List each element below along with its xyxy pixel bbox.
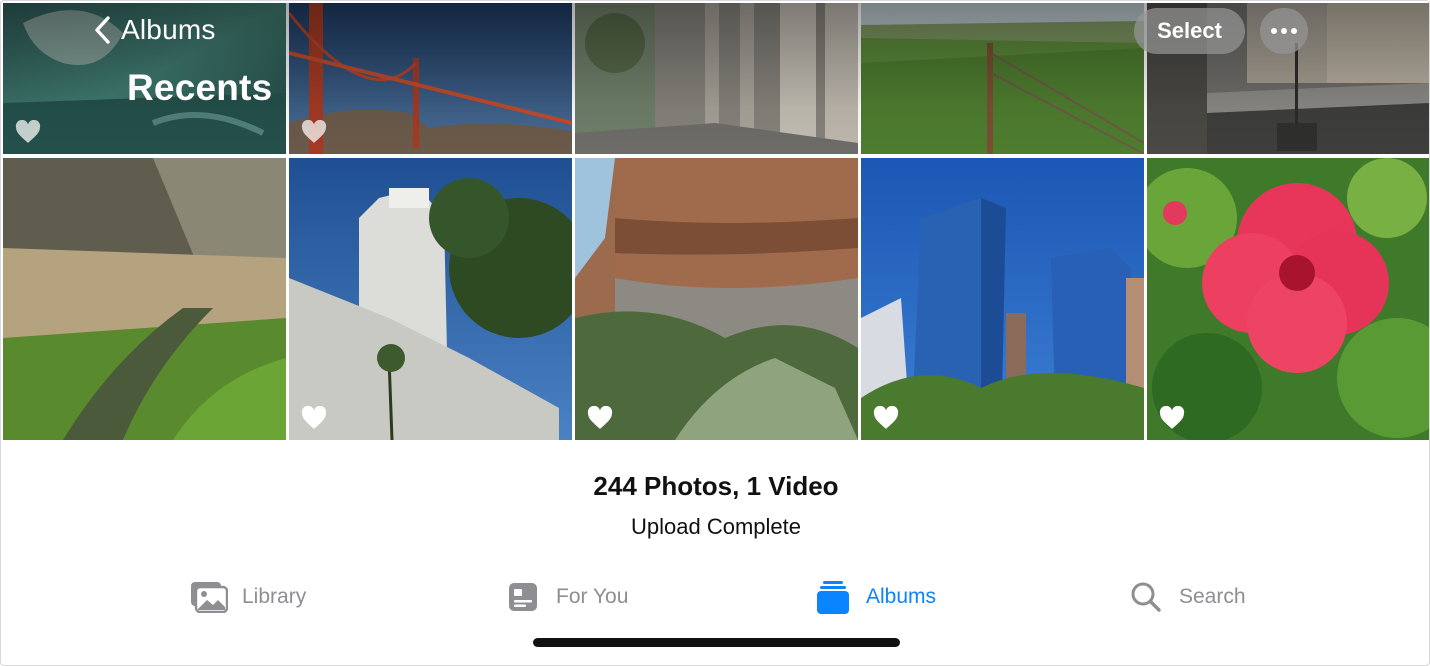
favorite-heart-icon[interactable] — [301, 406, 327, 430]
photo-tile[interactable] — [289, 158, 572, 440]
tab-albums-label: Albums — [866, 585, 937, 608]
magnifier-icon — [1127, 580, 1165, 614]
photo-blue-skyscrapers — [861, 158, 1144, 440]
photo-pink-hibiscus — [1147, 158, 1429, 440]
tab-library-label: Library — [242, 585, 307, 608]
photo-tile[interactable] — [3, 158, 286, 440]
favorite-heart-icon[interactable] — [587, 406, 613, 430]
tab-library[interactable]: Library — [190, 577, 306, 617]
back-to-albums-button[interactable]: Albums — [93, 13, 216, 47]
albums-icon — [814, 580, 852, 614]
favorite-heart-icon[interactable] — [15, 120, 41, 144]
photo-grass-fence-hill — [861, 3, 1144, 154]
favorite-heart-icon[interactable] — [873, 406, 899, 430]
photos-recents-screen: Albums Recents Select 244 Photos, 1 Vide… — [0, 0, 1430, 666]
photo-tile[interactable] — [861, 3, 1144, 154]
photo-tile[interactable] — [1147, 158, 1429, 440]
library-summary: 244 Photos, 1 Video Upload Complete — [1, 471, 1429, 540]
photo-golden-gate-bridge — [289, 3, 572, 154]
photo-tile[interactable] — [861, 158, 1144, 440]
tab-bar: Library For You Albums Search — [1, 577, 1429, 617]
tab-for-you[interactable]: For You — [504, 577, 628, 617]
upload-status: Upload Complete — [631, 514, 801, 539]
more-options-button[interactable] — [1260, 8, 1308, 54]
favorite-heart-icon[interactable] — [301, 120, 327, 144]
tab-albums[interactable]: Albums — [814, 577, 936, 617]
photo-count: 244 Photos, 1 Video — [593, 471, 839, 501]
photo-red-rock-cliff — [575, 158, 858, 440]
favorite-heart-icon[interactable] — [1159, 406, 1185, 430]
page-title: Recents — [127, 67, 273, 108]
back-label: Albums — [121, 14, 216, 45]
tab-search-label: Search — [1179, 585, 1246, 608]
for-you-icon — [504, 580, 542, 614]
photo-library-icon — [190, 580, 228, 614]
chevron-left-icon — [95, 16, 110, 44]
photo-tile[interactable] — [575, 158, 858, 440]
select-button[interactable]: Select — [1134, 8, 1245, 54]
home-indicator[interactable] — [533, 638, 900, 647]
ellipsis-icon — [1271, 28, 1297, 34]
photo-city-hall-tower — [289, 158, 572, 440]
photo-creek-meadow — [3, 158, 286, 440]
photo-building-columns-sidewalk — [575, 3, 858, 154]
tab-for-you-label: For You — [556, 585, 629, 608]
photo-tile[interactable] — [289, 3, 572, 154]
tab-search[interactable]: Search — [1127, 577, 1246, 617]
photo-tile[interactable] — [575, 3, 858, 154]
